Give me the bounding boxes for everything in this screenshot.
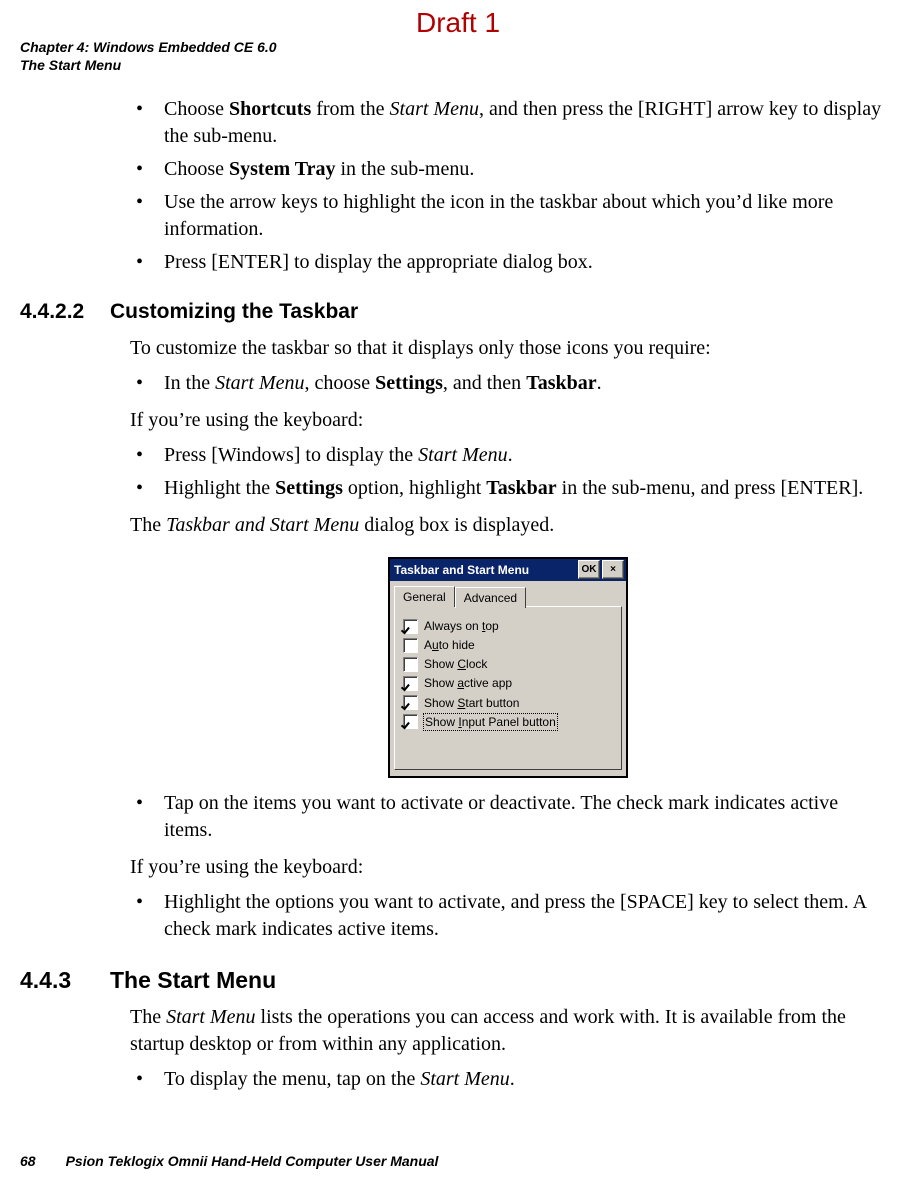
bullet-item: Highlight the Settings option, highlight… xyxy=(130,475,886,502)
checkbox[interactable] xyxy=(403,638,418,653)
heading-number: 4.4.2.2 xyxy=(20,298,110,326)
bullet-item: To display the menu, tap on the Start Me… xyxy=(130,1066,886,1093)
text: Start Menu xyxy=(166,1006,255,1028)
text: Start Menu xyxy=(390,98,479,120)
text: Start Menu xyxy=(420,1068,509,1090)
paragraph: The Start Menu lists the operations you … xyxy=(130,1004,886,1058)
bullet-list-2: In the Start Menu, choose Settings, and … xyxy=(130,370,886,397)
text: Choose xyxy=(164,158,229,180)
option-show-input-panel-button[interactable]: Show Input Panel button xyxy=(403,714,613,730)
checkbox[interactable] xyxy=(403,714,418,729)
option-show-start-button[interactable]: Show Start button xyxy=(403,695,613,711)
bullet-item: Choose System Tray in the sub-menu. xyxy=(130,156,886,183)
page-footer: 68 Psion Teklogix Omnii Hand-Held Compute… xyxy=(20,1152,438,1171)
text: The xyxy=(130,514,166,536)
text: . xyxy=(510,1068,515,1090)
text: Press [Windows] to display the xyxy=(164,444,418,466)
heading-number: 4.4.3 xyxy=(20,965,110,996)
heading-title: The Start Menu xyxy=(110,967,276,993)
option-auto-hide[interactable]: Auto hide xyxy=(403,637,613,653)
text: in the sub-menu, and press [ENTER]. xyxy=(557,477,864,499)
text: in the sub-menu. xyxy=(335,158,474,180)
text: Taskbar xyxy=(486,477,556,499)
text: dialog box is displayed. xyxy=(359,514,554,536)
dialog-titlebar[interactable]: Taskbar and Start Menu OK × xyxy=(390,559,626,581)
text: , and then xyxy=(443,372,526,394)
bullet-list-5: Highlight the options you want to activa… xyxy=(130,889,886,943)
bullet-item: Press [ENTER] to display the appropriate… xyxy=(130,249,886,276)
option-label: Show Start button xyxy=(424,695,519,711)
text: Start Menu xyxy=(418,444,507,466)
paragraph: The Taskbar and Start Menu dialog box is… xyxy=(130,512,886,539)
option-show-active-app[interactable]: Show active app xyxy=(403,675,613,691)
option-label: Show active app xyxy=(424,675,512,691)
tab-panel-general: Always on top Auto hide Show Clock Show … xyxy=(394,606,622,770)
heading-4-4-3: 4.4.3The Start Menu xyxy=(20,965,886,996)
text: from the xyxy=(311,98,389,120)
text: Taskbar xyxy=(526,372,596,394)
text: option, highlight xyxy=(343,477,486,499)
option-show-clock[interactable]: Show Clock xyxy=(403,656,613,672)
bullet-list-6: To display the menu, tap on the Start Me… xyxy=(130,1066,886,1093)
text: In the xyxy=(164,372,215,394)
bullet-list-3: Press [Windows] to display the Start Men… xyxy=(130,442,886,502)
heading-title: Customizing the Taskbar xyxy=(110,300,358,323)
bullet-item: Press [Windows] to display the Start Men… xyxy=(130,442,886,469)
option-label: Show Input Panel button xyxy=(424,714,557,730)
paragraph: If you’re using the keyboard: xyxy=(130,407,886,434)
option-label: Show Clock xyxy=(424,656,487,672)
text: Shortcuts xyxy=(229,98,311,120)
checkbox[interactable] xyxy=(403,676,418,691)
text: , choose xyxy=(305,372,376,394)
tab-advanced[interactable]: Advanced xyxy=(455,587,526,608)
paragraph: To customize the taskbar so that it disp… xyxy=(130,335,886,362)
bullet-item: Tap on the items you want to activate or… xyxy=(130,790,886,844)
main-content: Choose Shortcuts from the Start Menu , an… xyxy=(130,96,886,1093)
checkbox[interactable] xyxy=(403,619,418,634)
bullet-item: Choose Shortcuts from the Start Menu, an… xyxy=(130,96,886,150)
text: . xyxy=(508,444,513,466)
close-button[interactable]: × xyxy=(602,560,624,579)
paragraph: If you’re using the keyboard: xyxy=(130,854,886,881)
header-section: The Start Menu xyxy=(20,56,886,74)
option-label: Always on top xyxy=(424,618,499,634)
running-header: Chapter 4: Windows Embedded CE 6.0 The S… xyxy=(20,38,886,74)
page-number: 68 xyxy=(20,1153,36,1169)
text: To display the menu, tap on the xyxy=(164,1068,420,1090)
option-label: Auto hide xyxy=(424,637,475,653)
heading-4-4-2-2: 4.4.2.2Customizing the Taskbar xyxy=(20,298,886,326)
text: Highlight the xyxy=(164,477,275,499)
checkbox[interactable] xyxy=(403,695,418,710)
dialog-tabs: General Advanced xyxy=(390,581,626,606)
text: The xyxy=(130,1006,166,1028)
dialog-figure: Taskbar and Start Menu OK × General Adva… xyxy=(130,557,886,778)
text: Choose xyxy=(164,98,229,120)
text: . xyxy=(597,372,602,394)
bullet-item: In the Start Menu, choose Settings, and … xyxy=(130,370,886,397)
watermark-draft: Draft 1 xyxy=(0,4,916,42)
bullet-item: Use the arrow keys to highlight the icon… xyxy=(130,189,886,243)
text: Start Menu xyxy=(215,372,304,394)
text: Settings xyxy=(275,477,343,499)
bullet-item: Highlight the options you want to activa… xyxy=(130,889,886,943)
bullet-list-4: Tap on the items you want to activate or… xyxy=(130,790,886,844)
checkbox[interactable] xyxy=(403,657,418,672)
book-title: Psion Teklogix Omnii Hand-Held Computer … xyxy=(66,1153,439,1169)
dialog-title: Taskbar and Start Menu xyxy=(394,562,576,578)
option-always-on-top[interactable]: Always on top xyxy=(403,618,613,634)
text: Settings xyxy=(375,372,443,394)
tab-general[interactable]: General xyxy=(394,586,455,607)
bullet-list-1: Choose Shortcuts from the Start Menu, an… xyxy=(130,96,886,276)
ok-button[interactable]: OK xyxy=(578,560,600,579)
text: Taskbar and Start Menu xyxy=(166,514,359,536)
taskbar-startmenu-dialog: Taskbar and Start Menu OK × General Adva… xyxy=(388,557,628,778)
text: System Tray xyxy=(229,158,335,180)
